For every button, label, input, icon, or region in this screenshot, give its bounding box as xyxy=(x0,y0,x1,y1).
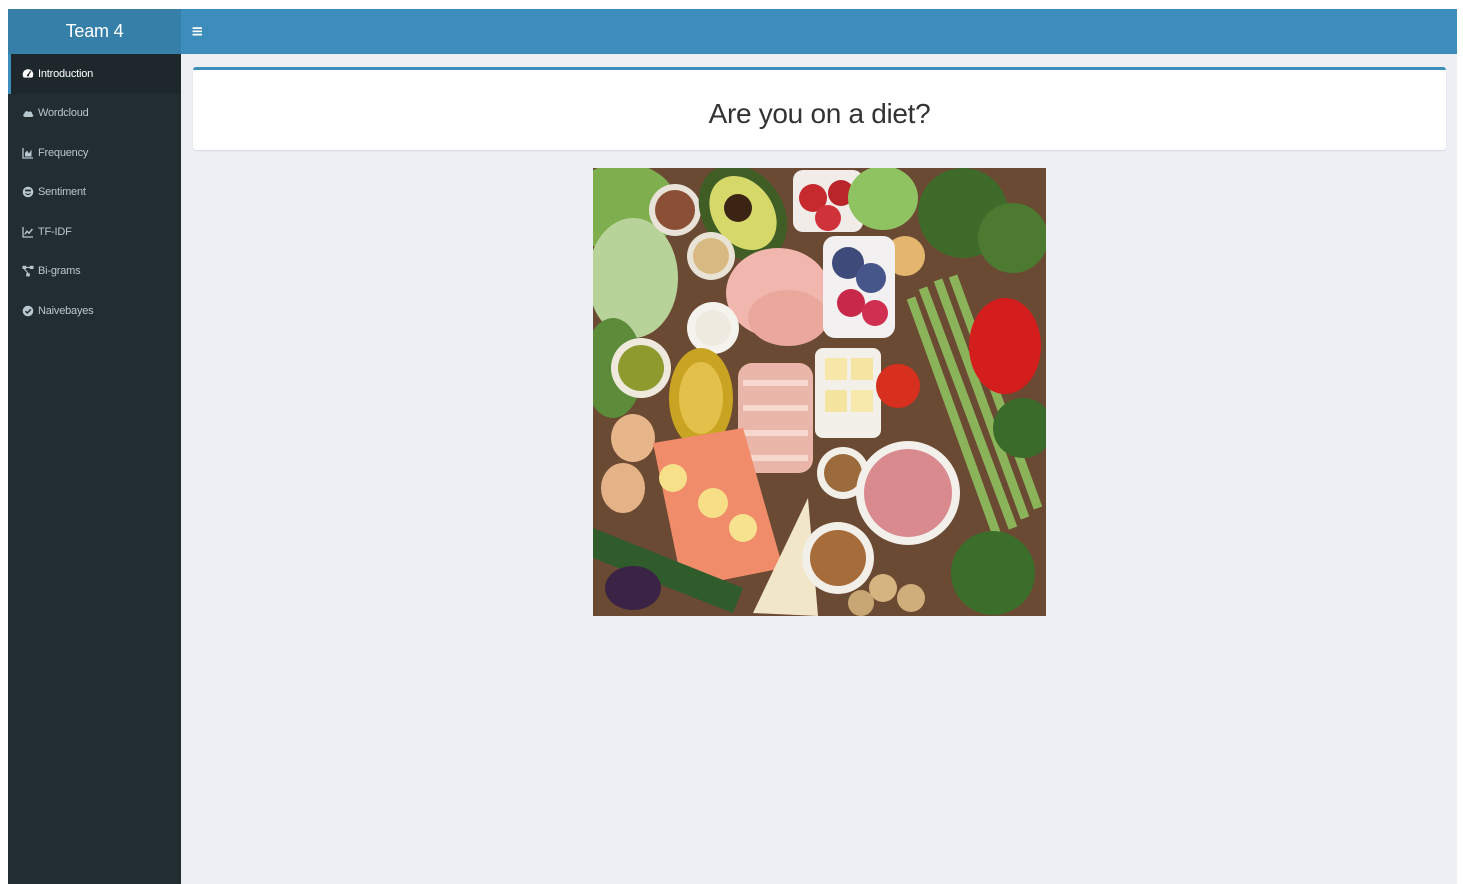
sidebar-item-tf-idf[interactable]: TF-IDF xyxy=(8,212,181,252)
sidebar-item-bi-grams[interactable]: Bi-grams xyxy=(8,252,181,292)
sidebar-item-sentiment[interactable]: Sentiment xyxy=(8,173,181,213)
hamburger-icon[interactable]: ≡ xyxy=(191,22,205,40)
healthy-food-image xyxy=(593,168,1046,616)
dashboard-icon xyxy=(21,67,34,80)
line-chart-icon xyxy=(21,225,34,238)
sidebar-item-wordcloud[interactable]: Wordcloud xyxy=(8,94,181,134)
sidebar: Introduction Wordcloud Frequency Sentime… xyxy=(8,54,181,884)
sidebar-item-frequency[interactable]: Frequency xyxy=(8,133,181,173)
title-box: Are you on a diet? xyxy=(193,67,1446,150)
sidebar-item-label: Introduction xyxy=(38,67,94,80)
smile-icon xyxy=(21,186,34,199)
area-chart-icon xyxy=(21,146,34,159)
sidebar-item-label: TF-IDF xyxy=(38,225,72,238)
sidebar-item-label: Wordcloud xyxy=(38,107,89,120)
app-window: Team 4 ≡ Introduction Wordcloud Frequenc… xyxy=(8,9,1457,884)
sidebar-item-label: Sentiment xyxy=(38,186,86,199)
sidebar-item-introduction[interactable]: Introduction xyxy=(8,54,181,94)
sidebar-item-label: Frequency xyxy=(38,146,89,159)
sidebar-item-label: Naivebayes xyxy=(38,304,94,317)
sidebar-item-label: Bi-grams xyxy=(38,265,81,278)
app-logo[interactable]: Team 4 xyxy=(8,9,181,54)
check-circle-icon xyxy=(21,304,34,317)
cloud-icon xyxy=(21,107,34,120)
network-icon xyxy=(21,265,34,278)
top-navbar: ≡ xyxy=(181,9,1457,54)
sidebar-item-naivebayes[interactable]: Naivebayes xyxy=(8,291,181,331)
main-content: Are you on a diet? xyxy=(181,54,1457,884)
page-title: Are you on a diet? xyxy=(708,98,931,129)
